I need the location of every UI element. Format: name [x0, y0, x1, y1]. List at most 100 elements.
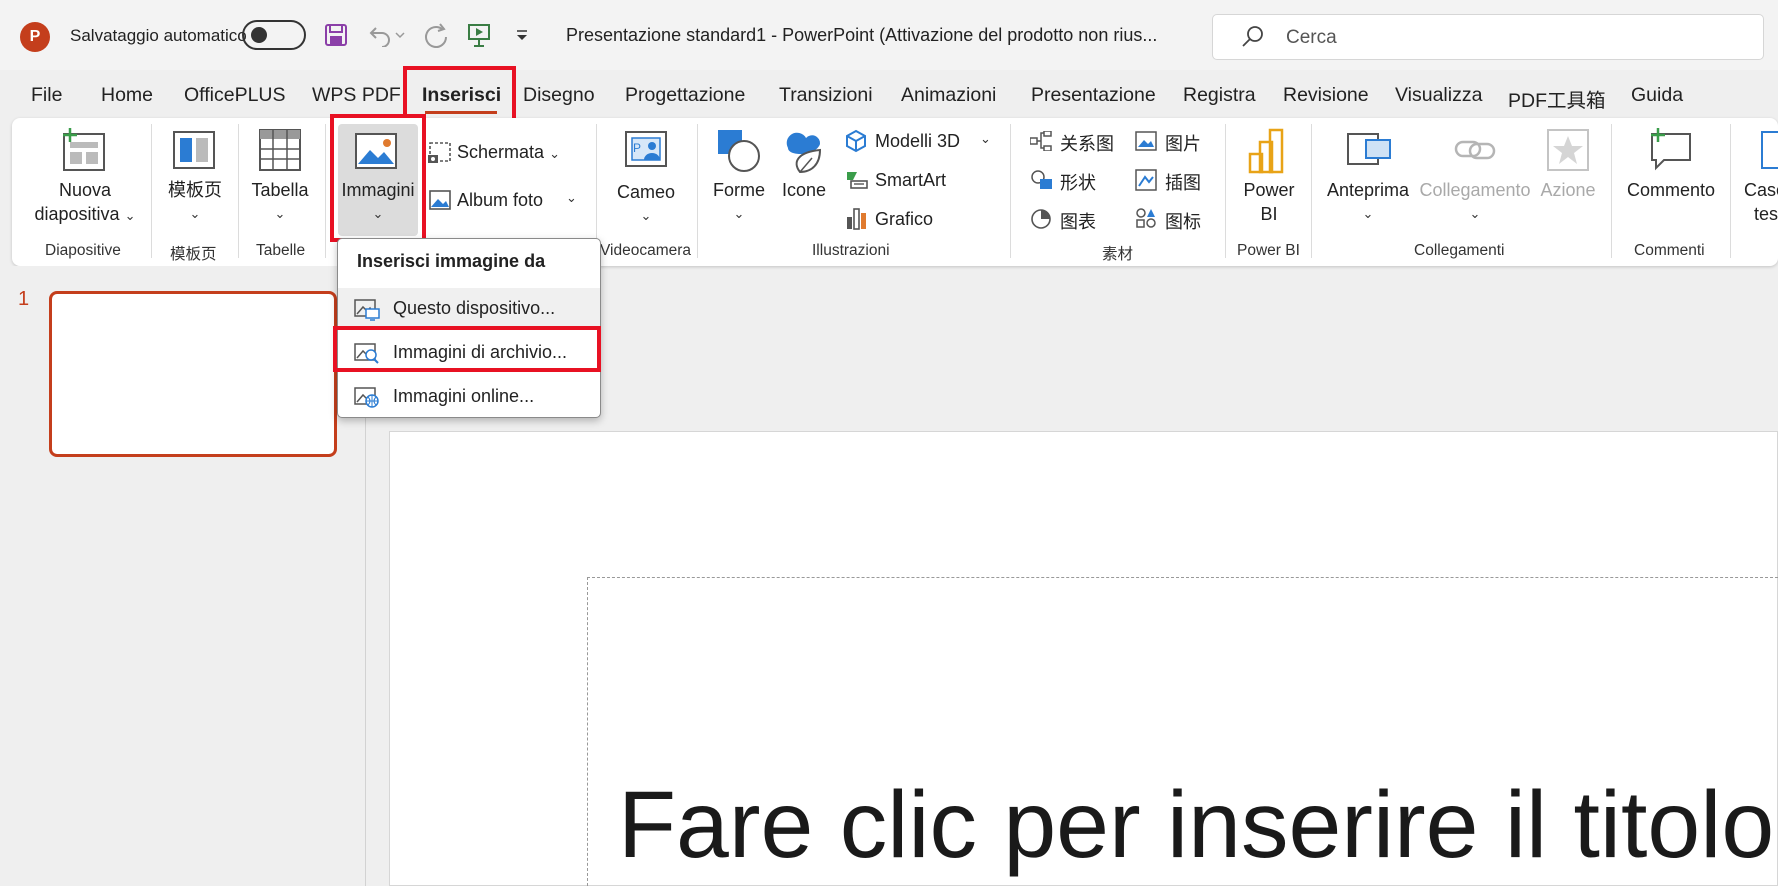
- tab-progettazione[interactable]: Progettazione: [625, 84, 745, 107]
- chevron-down-icon: ⌄: [1469, 206, 1481, 221]
- menu-item-online-images[interactable]: Immagini online...: [338, 376, 600, 416]
- power-bi-button[interactable]: Power BI: [1238, 178, 1300, 226]
- customize-qat-icon[interactable]: [510, 18, 534, 52]
- cameo-icon: P: [624, 130, 668, 175]
- separator: [1311, 124, 1312, 258]
- icons-label: Icone: [781, 180, 827, 200]
- shapes-icon: [716, 128, 762, 179]
- tab-file[interactable]: File: [31, 84, 62, 107]
- text-box-button[interactable]: Case tes: [1744, 178, 1778, 226]
- table-icon: [258, 128, 302, 177]
- power-bi-label-1: Power: [1243, 180, 1295, 200]
- cn-shapes-button[interactable]: 形状: [1060, 169, 1096, 195]
- new-slide-icon: [60, 128, 106, 177]
- comment-icon: [1646, 128, 1694, 177]
- action-button[interactable]: Azione: [1534, 178, 1602, 202]
- group-label-videocamera: Videocamera: [600, 242, 692, 259]
- smartart-button[interactable]: SmartArt: [875, 170, 946, 191]
- tab-disegno[interactable]: Disegno: [523, 84, 595, 107]
- group-label-collegamenti: Collegamenti: [1414, 242, 1505, 259]
- search-icon: [1240, 24, 1266, 55]
- table-label: Tabella: [251, 180, 309, 200]
- photo-album-button[interactable]: Album foto: [457, 190, 543, 211]
- search-placeholder: Cerca: [1286, 27, 1337, 48]
- undo-icon[interactable]: [366, 18, 406, 52]
- chevron-down-icon: ⌄: [124, 208, 136, 223]
- chevron-down-icon[interactable]: ⌄: [980, 131, 991, 147]
- menu-item-this-device[interactable]: Questo dispositivo...: [338, 288, 600, 328]
- icons-button[interactable]: Icone: [778, 178, 830, 202]
- group-label-sucai: 素材: [1102, 246, 1134, 263]
- tab-wps-pdf[interactable]: WPS PDF: [312, 84, 401, 107]
- cn-picture-icon: [1135, 131, 1157, 156]
- comment-button[interactable]: Commento: [1622, 178, 1720, 202]
- autosave-label: Salvataggio automatico: [70, 26, 247, 45]
- 3d-models-icon: [845, 129, 867, 158]
- link-button[interactable]: Collegamento ⌄: [1416, 178, 1534, 226]
- icons-icon: [782, 128, 826, 179]
- separator: [1730, 124, 1731, 258]
- highlight-pictures-button: [330, 114, 426, 242]
- cn-picture-button[interactable]: 图片: [1165, 130, 1201, 156]
- chevron-down-icon: ⌄: [640, 208, 652, 223]
- chart-button[interactable]: Grafico: [875, 209, 933, 230]
- separator: [697, 124, 698, 258]
- cn-chart-label: 图表: [1060, 212, 1096, 232]
- tab-home[interactable]: Home: [101, 84, 153, 107]
- this-device-icon: [354, 297, 380, 326]
- cameo-button[interactable]: Cameo ⌄: [605, 180, 687, 228]
- redo-icon[interactable]: [420, 18, 452, 52]
- group-label-moban: 模板页: [170, 246, 217, 263]
- screenshot-button[interactable]: Schermata ⌄: [457, 142, 560, 163]
- chevron-down-icon: ⌄: [1362, 206, 1374, 221]
- smartart-icon: [845, 170, 869, 195]
- shapes-label: Forme: [712, 180, 765, 200]
- tab-pdf-toolbox[interactable]: PDF工具箱: [1508, 84, 1606, 113]
- 3d-models-button[interactable]: Modelli 3D: [875, 131, 960, 152]
- template-page-button[interactable]: 模板页 ⌄: [160, 178, 230, 226]
- screenshot-icon: [428, 141, 452, 170]
- group-label-tabelle: Tabelle: [256, 242, 306, 259]
- tab-presentazione[interactable]: Presentazione: [1031, 84, 1156, 107]
- autosave-toggle[interactable]: [242, 20, 306, 50]
- cn-shapes-label: 形状: [1060, 173, 1096, 193]
- smartart-label: SmartArt: [875, 170, 947, 190]
- chevron-down-icon: ⌄: [274, 206, 286, 221]
- 3d-models-label: Modelli 3D: [875, 131, 961, 151]
- save-icon[interactable]: [322, 18, 350, 52]
- table-button[interactable]: Tabella ⌄: [245, 178, 315, 226]
- separator: [1225, 124, 1226, 258]
- tab-officeplus[interactable]: OfficePLUS: [184, 84, 286, 107]
- online-images-icon: [354, 385, 380, 414]
- tab-transizioni[interactable]: Transizioni: [779, 84, 873, 107]
- illustration-button[interactable]: 插图: [1165, 169, 1201, 195]
- slide-number: 1: [18, 288, 30, 310]
- photo-album-icon: [428, 189, 452, 216]
- chevron-down-icon[interactable]: ⌄: [566, 190, 577, 206]
- new-slide-button[interactable]: Nuova diapositiva ⌄: [30, 178, 140, 228]
- relationship-chart-button[interactable]: 关系图: [1060, 130, 1114, 156]
- action-icon: [1546, 128, 1590, 177]
- cn-chart-button[interactable]: 图表: [1060, 208, 1096, 234]
- chart-label: Grafico: [875, 209, 934, 229]
- separator: [238, 124, 239, 258]
- power-bi-label-2: BI: [1260, 204, 1278, 224]
- slideshow-icon[interactable]: [464, 18, 494, 52]
- group-label-diapositive: Diapositive: [45, 242, 121, 259]
- slide-thumbnail[interactable]: [49, 291, 337, 457]
- link-icon: [1452, 130, 1498, 175]
- group-label-illustrazioni: Illustrazioni: [812, 242, 890, 259]
- cn-shapes-icon: [1030, 169, 1054, 196]
- illustration-label: 插图: [1165, 173, 1201, 193]
- chart-icon: [845, 207, 869, 236]
- tab-revisione[interactable]: Revisione: [1283, 84, 1369, 107]
- shapes-button[interactable]: Forme ⌄: [705, 178, 773, 226]
- svg-text:P: P: [633, 141, 641, 155]
- tab-guida[interactable]: Guida: [1631, 84, 1683, 107]
- tab-animazioni[interactable]: Animazioni: [901, 84, 996, 107]
- cn-icon-button[interactable]: 图标: [1165, 208, 1201, 234]
- action-label: Azione: [1540, 180, 1596, 200]
- tab-visualizza[interactable]: Visualizza: [1395, 84, 1482, 107]
- preview-button[interactable]: Anteprima ⌄: [1322, 178, 1414, 226]
- tab-registra[interactable]: Registra: [1183, 84, 1256, 107]
